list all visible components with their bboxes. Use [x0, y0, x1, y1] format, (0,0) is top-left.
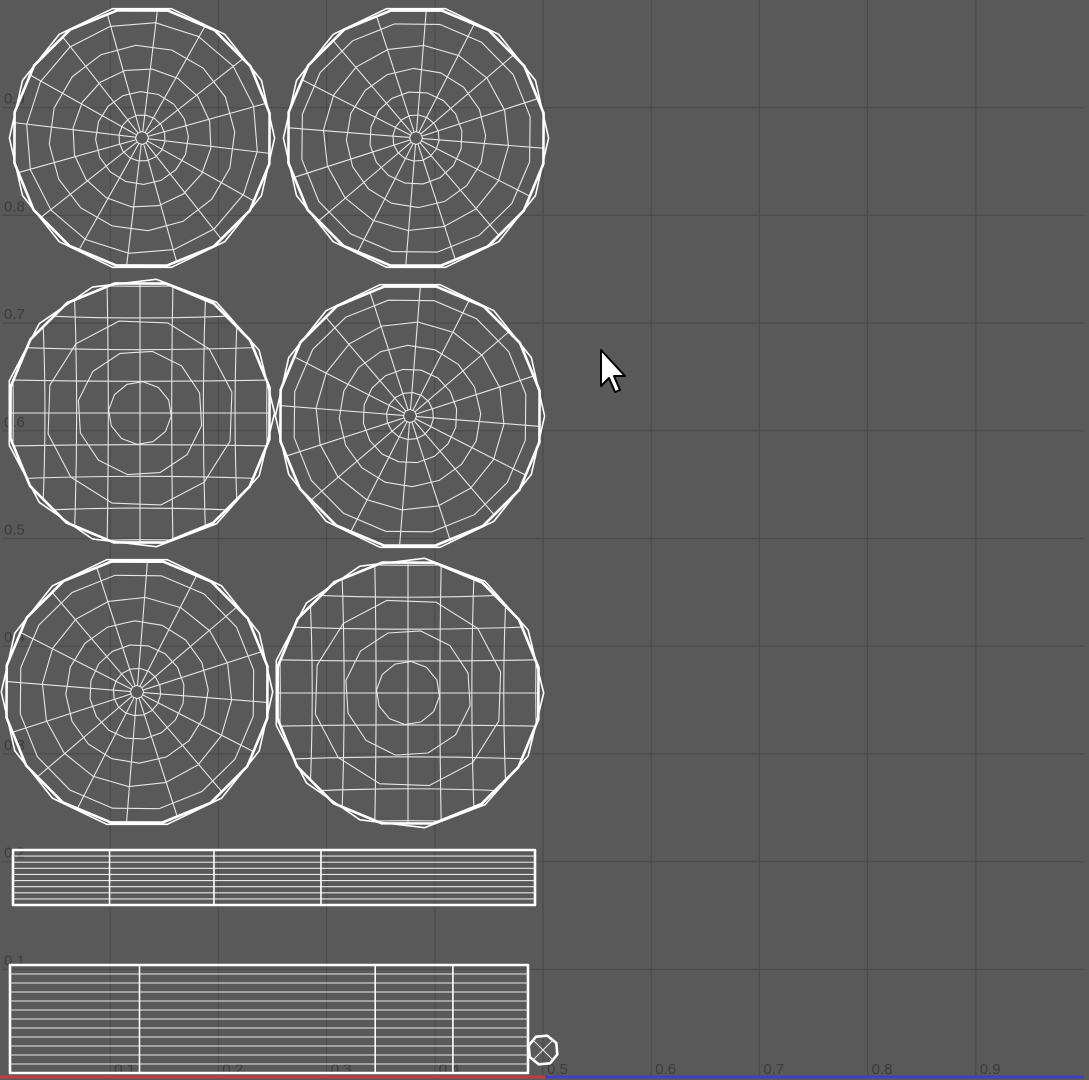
v-tick-label: 0.8 [4, 198, 25, 215]
u-tick-label: 0.6 [655, 1061, 676, 1078]
uv-shell-disk[interactable] [274, 283, 546, 549]
uv-shells[interactable] [0, 7, 559, 1075]
uv-shell-disk[interactable] [275, 557, 545, 829]
v-tick-label: 0.1 [4, 952, 25, 969]
v-tick-label: 0.2 [4, 845, 25, 862]
u-tick-label: 0.9 [980, 1061, 1001, 1078]
uv-shell-strip[interactable] [8, 963, 530, 1075]
mouse-cursor-icon [600, 349, 626, 393]
u-tick-label: 0.8 [872, 1061, 893, 1078]
tick-labels: 0.1 0.2 0.3 0.4 0.5 0.6 0.7 0.8 0.90.10.20.30.40… [4, 91, 1001, 1078]
uv-shell-strip[interactable] [11, 848, 537, 907]
v-tick-label: 0.6 [4, 414, 25, 431]
uv-shell-disk[interactable] [0, 558, 274, 826]
v-tick-label: 0.7 [4, 306, 25, 323]
uv-shell-disk[interactable] [282, 7, 550, 269]
u-tick-label: 0.7 [763, 1061, 784, 1078]
v-tick-label: 0.5 [4, 522, 25, 539]
uv-grid[interactable]: 0.1 0.2 0.3 0.4 0.5 0.6 0.7 0.8 0.90.10.20.30.40… [0, 0, 1089, 1080]
uv-shell-disk[interactable] [8, 278, 276, 548]
uv-editor-canvas[interactable]: 0.1 0.2 0.3 0.4 0.5 0.6 0.7 0.8 0.9 0.1 0.2 0.3 0.4 0… [0, 0, 1089, 1080]
uv-shell-disk[interactable] [8, 7, 276, 269]
